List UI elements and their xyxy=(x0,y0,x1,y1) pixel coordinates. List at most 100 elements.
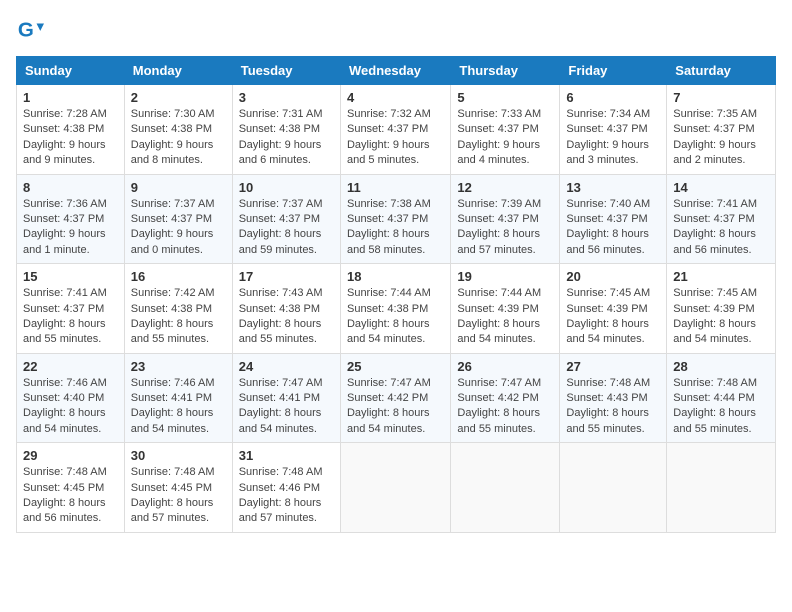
calendar-cell: 19 Sunrise: 7:44 AMSunset: 4:39 PMDaylig… xyxy=(451,264,560,354)
day-detail: Sunrise: 7:34 AMSunset: 4:37 PMDaylight:… xyxy=(566,107,660,169)
day-number: 18 xyxy=(347,269,444,284)
day-detail: Sunrise: 7:47 AMSunset: 4:42 PMDaylight:… xyxy=(347,376,444,438)
column-header-saturday: Saturday xyxy=(667,57,776,85)
calendar-cell: 31 Sunrise: 7:48 AMSunset: 4:46 PMDaylig… xyxy=(232,443,340,533)
day-number: 5 xyxy=(457,90,553,105)
calendar-header: SundayMondayTuesdayWednesdayThursdayFrid… xyxy=(17,57,776,85)
calendar-cell: 22 Sunrise: 7:46 AMSunset: 4:40 PMDaylig… xyxy=(17,353,125,443)
day-number: 21 xyxy=(673,269,769,284)
day-number: 26 xyxy=(457,359,553,374)
day-number: 13 xyxy=(566,180,660,195)
calendar-cell: 12 Sunrise: 7:39 AMSunset: 4:37 PMDaylig… xyxy=(451,174,560,264)
calendar-week-1: 1 Sunrise: 7:28 AMSunset: 4:38 PMDayligh… xyxy=(17,85,776,175)
calendar-cell: 7 Sunrise: 7:35 AMSunset: 4:37 PMDayligh… xyxy=(667,85,776,175)
calendar-cell: 24 Sunrise: 7:47 AMSunset: 4:41 PMDaylig… xyxy=(232,353,340,443)
day-detail: Sunrise: 7:41 AMSunset: 4:37 PMDaylight:… xyxy=(673,197,769,259)
calendar-cell xyxy=(340,443,450,533)
column-header-wednesday: Wednesday xyxy=(340,57,450,85)
calendar-body: 1 Sunrise: 7:28 AMSunset: 4:38 PMDayligh… xyxy=(17,85,776,533)
calendar-cell: 1 Sunrise: 7:28 AMSunset: 4:38 PMDayligh… xyxy=(17,85,125,175)
day-number: 14 xyxy=(673,180,769,195)
day-number: 28 xyxy=(673,359,769,374)
calendar-cell: 28 Sunrise: 7:48 AMSunset: 4:44 PMDaylig… xyxy=(667,353,776,443)
day-detail: Sunrise: 7:44 AMSunset: 4:38 PMDaylight:… xyxy=(347,286,444,348)
calendar-cell: 15 Sunrise: 7:41 AMSunset: 4:37 PMDaylig… xyxy=(17,264,125,354)
day-number: 10 xyxy=(239,180,334,195)
calendar-cell: 29 Sunrise: 7:48 AMSunset: 4:45 PMDaylig… xyxy=(17,443,125,533)
calendar-cell: 4 Sunrise: 7:32 AMSunset: 4:37 PMDayligh… xyxy=(340,85,450,175)
day-detail: Sunrise: 7:48 AMSunset: 4:44 PMDaylight:… xyxy=(673,376,769,438)
calendar-cell: 30 Sunrise: 7:48 AMSunset: 4:45 PMDaylig… xyxy=(124,443,232,533)
day-number: 9 xyxy=(131,180,226,195)
day-detail: Sunrise: 7:48 AMSunset: 4:45 PMDaylight:… xyxy=(23,465,118,527)
calendar-week-4: 22 Sunrise: 7:46 AMSunset: 4:40 PMDaylig… xyxy=(17,353,776,443)
calendar-week-2: 8 Sunrise: 7:36 AMSunset: 4:37 PMDayligh… xyxy=(17,174,776,264)
svg-text:G: G xyxy=(18,19,34,42)
day-number: 2 xyxy=(131,90,226,105)
day-number: 15 xyxy=(23,269,118,284)
column-header-friday: Friday xyxy=(560,57,667,85)
calendar-cell: 2 Sunrise: 7:30 AMSunset: 4:38 PMDayligh… xyxy=(124,85,232,175)
day-number: 7 xyxy=(673,90,769,105)
day-detail: Sunrise: 7:45 AMSunset: 4:39 PMDaylight:… xyxy=(673,286,769,348)
calendar-cell: 20 Sunrise: 7:45 AMSunset: 4:39 PMDaylig… xyxy=(560,264,667,354)
day-number: 4 xyxy=(347,90,444,105)
day-number: 31 xyxy=(239,448,334,463)
calendar-cell: 25 Sunrise: 7:47 AMSunset: 4:42 PMDaylig… xyxy=(340,353,450,443)
day-detail: Sunrise: 7:31 AMSunset: 4:38 PMDaylight:… xyxy=(239,107,334,169)
day-detail: Sunrise: 7:35 AMSunset: 4:37 PMDaylight:… xyxy=(673,107,769,169)
day-detail: Sunrise: 7:48 AMSunset: 4:43 PMDaylight:… xyxy=(566,376,660,438)
day-detail: Sunrise: 7:32 AMSunset: 4:37 PMDaylight:… xyxy=(347,107,444,169)
day-detail: Sunrise: 7:48 AMSunset: 4:45 PMDaylight:… xyxy=(131,465,226,527)
calendar-cell: 13 Sunrise: 7:40 AMSunset: 4:37 PMDaylig… xyxy=(560,174,667,264)
day-detail: Sunrise: 7:38 AMSunset: 4:37 PMDaylight:… xyxy=(347,197,444,259)
day-detail: Sunrise: 7:40 AMSunset: 4:37 PMDaylight:… xyxy=(566,197,660,259)
calendar-cell xyxy=(667,443,776,533)
calendar-cell: 23 Sunrise: 7:46 AMSunset: 4:41 PMDaylig… xyxy=(124,353,232,443)
day-number: 19 xyxy=(457,269,553,284)
calendar-cell: 3 Sunrise: 7:31 AMSunset: 4:38 PMDayligh… xyxy=(232,85,340,175)
day-number: 1 xyxy=(23,90,118,105)
day-number: 16 xyxy=(131,269,226,284)
day-detail: Sunrise: 7:33 AMSunset: 4:37 PMDaylight:… xyxy=(457,107,553,169)
day-detail: Sunrise: 7:46 AMSunset: 4:41 PMDaylight:… xyxy=(131,376,226,438)
calendar-cell: 9 Sunrise: 7:37 AMSunset: 4:37 PMDayligh… xyxy=(124,174,232,264)
day-detail: Sunrise: 7:37 AMSunset: 4:37 PMDaylight:… xyxy=(239,197,334,259)
day-number: 30 xyxy=(131,448,226,463)
column-header-tuesday: Tuesday xyxy=(232,57,340,85)
calendar-cell xyxy=(560,443,667,533)
day-detail: Sunrise: 7:30 AMSunset: 4:38 PMDaylight:… xyxy=(131,107,226,169)
day-number: 3 xyxy=(239,90,334,105)
day-detail: Sunrise: 7:28 AMSunset: 4:38 PMDaylight:… xyxy=(23,107,118,169)
day-detail: Sunrise: 7:41 AMSunset: 4:37 PMDaylight:… xyxy=(23,286,118,348)
day-detail: Sunrise: 7:48 AMSunset: 4:46 PMDaylight:… xyxy=(239,465,334,527)
day-number: 17 xyxy=(239,269,334,284)
logo: G xyxy=(16,16,48,44)
day-number: 22 xyxy=(23,359,118,374)
day-detail: Sunrise: 7:39 AMSunset: 4:37 PMDaylight:… xyxy=(457,197,553,259)
day-detail: Sunrise: 7:37 AMSunset: 4:37 PMDaylight:… xyxy=(131,197,226,259)
day-detail: Sunrise: 7:47 AMSunset: 4:41 PMDaylight:… xyxy=(239,376,334,438)
day-detail: Sunrise: 7:45 AMSunset: 4:39 PMDaylight:… xyxy=(566,286,660,348)
day-number: 29 xyxy=(23,448,118,463)
calendar-cell: 16 Sunrise: 7:42 AMSunset: 4:38 PMDaylig… xyxy=(124,264,232,354)
day-detail: Sunrise: 7:44 AMSunset: 4:39 PMDaylight:… xyxy=(457,286,553,348)
calendar-cell: 14 Sunrise: 7:41 AMSunset: 4:37 PMDaylig… xyxy=(667,174,776,264)
day-number: 25 xyxy=(347,359,444,374)
calendar-cell: 5 Sunrise: 7:33 AMSunset: 4:37 PMDayligh… xyxy=(451,85,560,175)
calendar-week-5: 29 Sunrise: 7:48 AMSunset: 4:45 PMDaylig… xyxy=(17,443,776,533)
day-detail: Sunrise: 7:46 AMSunset: 4:40 PMDaylight:… xyxy=(23,376,118,438)
day-detail: Sunrise: 7:47 AMSunset: 4:42 PMDaylight:… xyxy=(457,376,553,438)
page-header: G xyxy=(16,16,776,44)
day-detail: Sunrise: 7:42 AMSunset: 4:38 PMDaylight:… xyxy=(131,286,226,348)
day-number: 6 xyxy=(566,90,660,105)
calendar-cell: 26 Sunrise: 7:47 AMSunset: 4:42 PMDaylig… xyxy=(451,353,560,443)
calendar-cell: 11 Sunrise: 7:38 AMSunset: 4:37 PMDaylig… xyxy=(340,174,450,264)
calendar-table: SundayMondayTuesdayWednesdayThursdayFrid… xyxy=(16,56,776,533)
calendar-cell: 10 Sunrise: 7:37 AMSunset: 4:37 PMDaylig… xyxy=(232,174,340,264)
column-header-monday: Monday xyxy=(124,57,232,85)
calendar-cell: 8 Sunrise: 7:36 AMSunset: 4:37 PMDayligh… xyxy=(17,174,125,264)
day-number: 12 xyxy=(457,180,553,195)
calendar-cell: 21 Sunrise: 7:45 AMSunset: 4:39 PMDaylig… xyxy=(667,264,776,354)
calendar-cell xyxy=(451,443,560,533)
